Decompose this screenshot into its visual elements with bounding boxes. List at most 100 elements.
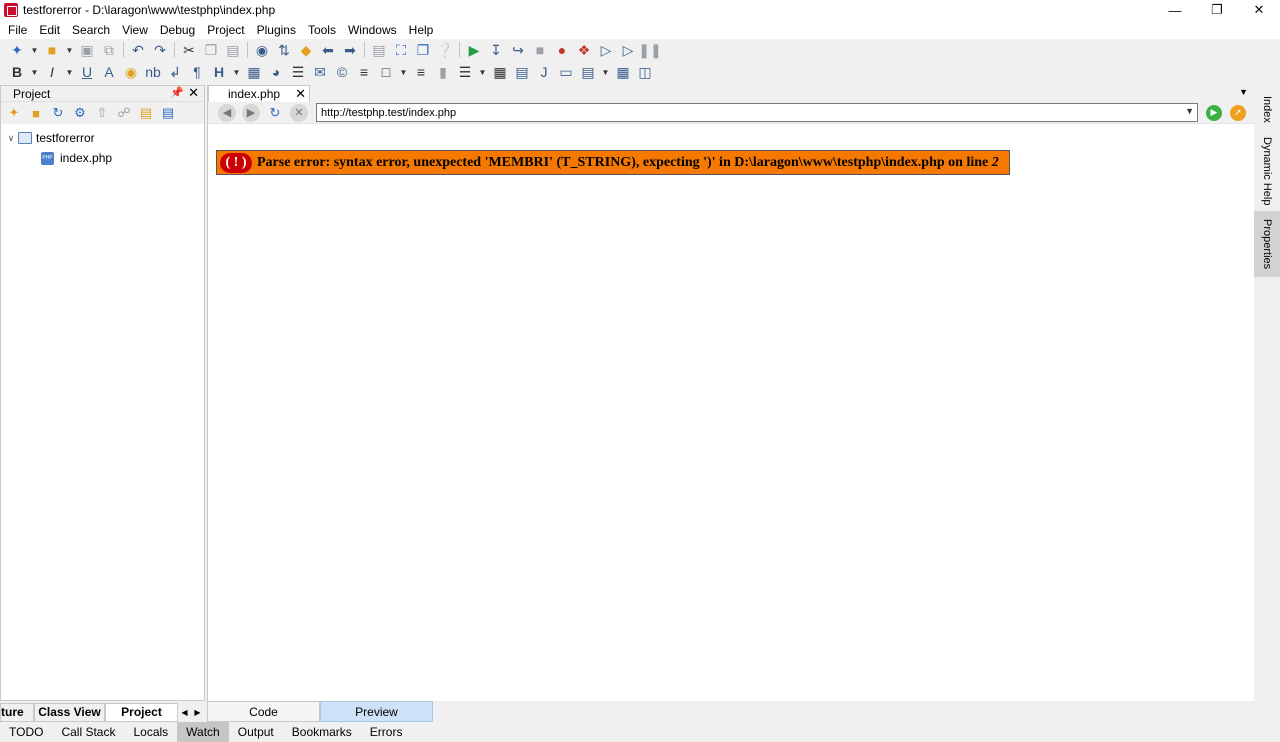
copy-icon[interactable]: ❐ bbox=[200, 39, 222, 61]
upload-icon[interactable]: ⇧ bbox=[91, 102, 113, 124]
menu-plugins[interactable]: Plugins bbox=[251, 20, 302, 40]
tab-preview[interactable]: Preview bbox=[320, 701, 433, 722]
stop-icon[interactable]: ■ bbox=[529, 39, 551, 61]
chevron-down-icon[interactable]: ▼ bbox=[1185, 106, 1194, 116]
line-break-icon[interactable]: ↲ bbox=[164, 61, 186, 83]
menu-project[interactable]: Project bbox=[201, 20, 250, 40]
tab-todo[interactable]: TODO bbox=[0, 722, 52, 742]
refresh-icon[interactable]: ↻ bbox=[266, 104, 284, 122]
chevron-down-icon[interactable]: ▼ bbox=[397, 61, 410, 83]
tab-bookmarks[interactable]: Bookmarks bbox=[283, 722, 361, 742]
step-over-icon[interactable]: ↪ bbox=[507, 39, 529, 61]
menu-windows[interactable]: Windows bbox=[342, 20, 403, 40]
breakpoint-icon[interactable]: ● bbox=[551, 39, 573, 61]
settings-icon[interactable]: ⚙ bbox=[69, 102, 91, 124]
div-icon[interactable]: □ bbox=[375, 61, 397, 83]
chevron-down-icon[interactable]: ▼ bbox=[28, 61, 41, 83]
list-icon[interactable]: ☰ bbox=[454, 61, 476, 83]
open-folder-icon[interactable]: ■ bbox=[41, 39, 63, 61]
back-icon[interactable]: ◀ bbox=[218, 103, 236, 122]
table-icon[interactable]: ▦ bbox=[489, 61, 511, 83]
tab-code[interactable]: Code bbox=[207, 701, 320, 722]
chevron-down-icon[interactable]: ▼ bbox=[63, 61, 76, 83]
forward-arrow-icon[interactable]: ➡ bbox=[339, 39, 361, 61]
frame-icon[interactable]: ◫ bbox=[634, 61, 656, 83]
fullscreen-icon[interactable]: ⛶ bbox=[390, 39, 412, 61]
rail-tab-dynamic-help[interactable]: Dynamic Help bbox=[1254, 133, 1280, 209]
menu-view[interactable]: View bbox=[116, 20, 154, 40]
anchor-icon[interactable]: ◕ bbox=[265, 61, 287, 83]
panel-tab-structure[interactable]: ture bbox=[0, 702, 34, 722]
undo-icon[interactable]: ↶ bbox=[127, 39, 149, 61]
url-input[interactable]: http://testphp.test/index.php ▼ bbox=[316, 103, 1198, 122]
tab-call-stack[interactable]: Call Stack bbox=[52, 722, 124, 742]
menu-edit[interactable]: Edit bbox=[33, 20, 66, 40]
tree-item-project[interactable]: ∨ testforerror bbox=[1, 128, 204, 148]
copyright-icon[interactable]: © bbox=[331, 61, 353, 83]
comment-icon[interactable]: ✉ bbox=[309, 61, 331, 83]
horizontal-rule-icon[interactable]: ☰ bbox=[287, 61, 309, 83]
tab-index-php[interactable]: index.php ✕ bbox=[208, 85, 310, 102]
save-all-icon[interactable]: ⧉ bbox=[98, 39, 120, 61]
tab-output[interactable]: Output bbox=[229, 722, 283, 742]
image-icon[interactable]: ▦ bbox=[243, 61, 265, 83]
paste-icon[interactable]: ▤ bbox=[222, 39, 244, 61]
menu-search[interactable]: Search bbox=[66, 20, 116, 40]
align-icon[interactable]: ≡ bbox=[410, 61, 432, 83]
find-icon[interactable]: ◉ bbox=[251, 39, 273, 61]
tab-errors[interactable]: Errors bbox=[361, 722, 412, 742]
paragraph-icon[interactable]: ¶ bbox=[186, 61, 208, 83]
media-icon[interactable]: ▦ bbox=[612, 61, 634, 83]
close-icon[interactable]: ✕ bbox=[1238, 0, 1280, 20]
document-icon[interactable]: ▤ bbox=[368, 39, 390, 61]
italic-icon[interactable]: I bbox=[41, 61, 63, 83]
redo-icon[interactable]: ↷ bbox=[149, 39, 171, 61]
back-arrow-icon[interactable]: ⬅ bbox=[317, 39, 339, 61]
pin-icon[interactable]: 📌 bbox=[170, 86, 184, 99]
pause-icon[interactable]: ❚❚ bbox=[638, 39, 661, 61]
font-icon[interactable]: A bbox=[98, 61, 120, 83]
nbsp-icon[interactable]: nb bbox=[142, 61, 164, 83]
pre-icon[interactable]: ▮ bbox=[432, 61, 454, 83]
link-icon[interactable]: ☍ bbox=[113, 102, 135, 124]
panel-tab-class-view[interactable]: Class View bbox=[34, 702, 105, 722]
chevron-down-icon[interactable]: ▼ bbox=[230, 61, 243, 83]
replace-icon[interactable]: ⇅ bbox=[273, 39, 295, 61]
chevron-down-icon[interactable]: ▼ bbox=[63, 39, 76, 61]
tab-watch[interactable]: Watch bbox=[177, 722, 229, 742]
menu-help[interactable]: Help bbox=[403, 20, 440, 40]
refresh-icon[interactable]: ↻ bbox=[47, 102, 69, 124]
script-icon[interactable]: J bbox=[533, 61, 555, 83]
help-icon[interactable]: ❔ bbox=[434, 39, 456, 61]
tree-item-file[interactable]: PHP index.php bbox=[1, 148, 204, 168]
cut-icon[interactable]: ✂ bbox=[178, 39, 200, 61]
save-icon[interactable]: ▣ bbox=[76, 39, 98, 61]
chevron-left-icon[interactable]: ◀ bbox=[178, 708, 191, 717]
new-file-icon[interactable]: ✦ bbox=[6, 39, 28, 61]
folder-icon[interactable]: ▤ bbox=[135, 102, 157, 124]
chevron-down-icon[interactable]: ▼ bbox=[1239, 87, 1248, 97]
rail-tab-index[interactable]: Index bbox=[1254, 87, 1280, 131]
external-browser-icon[interactable]: ➚ bbox=[1230, 104, 1246, 121]
restore-icon[interactable]: ❐ bbox=[1196, 0, 1238, 20]
chevron-right-icon[interactable]: ▶ bbox=[191, 708, 204, 717]
center-icon[interactable]: ≡ bbox=[353, 61, 375, 83]
find-in-files-icon[interactable]: ◆ bbox=[295, 39, 317, 61]
forward-icon[interactable]: ▶ bbox=[242, 103, 260, 122]
chevron-down-icon[interactable]: ▼ bbox=[28, 39, 41, 61]
chevron-down-icon[interactable]: ▼ bbox=[599, 61, 612, 83]
tab-locals[interactable]: Locals bbox=[124, 722, 177, 742]
run-icon[interactable]: ▶ bbox=[463, 39, 485, 61]
input-icon[interactable]: ▤ bbox=[577, 61, 599, 83]
table-wizard-icon[interactable]: ▤ bbox=[511, 61, 533, 83]
minimize-icon[interactable]: — bbox=[1154, 0, 1196, 20]
bold-icon[interactable]: B bbox=[6, 61, 28, 83]
windows-icon[interactable]: ❐ bbox=[412, 39, 434, 61]
menu-debug[interactable]: Debug bbox=[154, 20, 201, 40]
step-into-icon[interactable]: ↧ bbox=[485, 39, 507, 61]
close-icon[interactable]: ✕ bbox=[188, 85, 199, 101]
heading-icon[interactable]: H bbox=[208, 61, 230, 83]
properties-icon[interactable]: ▤ bbox=[157, 102, 179, 124]
continue-icon[interactable]: ▷ bbox=[595, 39, 617, 61]
underline-icon[interactable]: U bbox=[76, 61, 98, 83]
